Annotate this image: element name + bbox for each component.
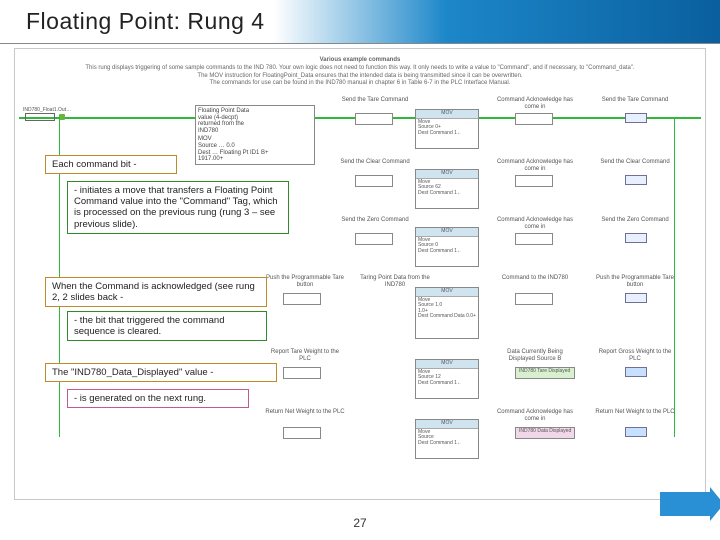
ind-disp: IND780 Data Displayed (519, 429, 571, 435)
cap-send-tare: Send the Tare Command (335, 97, 415, 104)
contact-box (355, 175, 393, 187)
mov-hdr: MOV (416, 228, 478, 237)
annotation-bit-cleared: - the bit that triggered the command seq… (67, 311, 267, 341)
coil-box (625, 367, 647, 377)
cap-data-curr-5: Data Currently Being Displayed Source B (495, 349, 575, 362)
bg-header-title: Various example commands (50, 57, 671, 65)
contact-box (515, 113, 553, 125)
cap-send-tare-r: Send the Tare Command (595, 97, 675, 104)
contact-box (515, 233, 553, 245)
coil-box (625, 175, 647, 185)
cap-cmd-ack-6: Command Acknowledge has come in (495, 409, 575, 422)
contact-box (283, 367, 321, 379)
cap-send-zero: Send the Zero Command (335, 217, 415, 224)
contact-box (515, 175, 553, 187)
cap-send-zero-r: Send the Zero Command (595, 217, 675, 224)
annotation-when-ack: When the Command is acknowledged (see ru… (45, 277, 267, 307)
coil-box (625, 113, 647, 123)
cap-cmd-ack-1: Command Acknowledge has come in (495, 97, 575, 110)
next-arrow-icon[interactable] (660, 492, 710, 516)
annotation-next-rung: - is generated on the next rung. (67, 389, 249, 408)
slide-title: Floating Point: Rung 4 (26, 8, 265, 35)
bg-header: Various example commands This rung displ… (50, 57, 671, 88)
cap-cmd-ack-3: Command Acknowledge has come in (495, 217, 575, 230)
bg-sub3: The commands for use can be found in the… (50, 80, 671, 88)
coil-box (625, 233, 647, 243)
cap-ret-net-r: Return Net Weight to the PLC (595, 409, 675, 416)
cap-disp-tare: Report Tare Weight to the PLC (265, 349, 345, 362)
cap-ret-net: Return Net Weight to the PLC (265, 409, 345, 416)
coil-box (625, 427, 647, 437)
mov-cmd: Command (430, 248, 453, 254)
fp-l4: IND780 (198, 128, 312, 135)
mov-dest: Dest (418, 130, 428, 136)
mov-box-1: MOV Move Source 0+ Dest Command 1← (415, 109, 479, 149)
cap-prog-tare-r: Push the Programmable Tare button (595, 275, 675, 288)
annotation-data-displayed: The "IND780_Data_Displayed" value - (45, 363, 277, 382)
page-number: 27 (0, 516, 720, 530)
mov-dest: Dest (418, 190, 428, 196)
cap-prog-tare: Push the Programmable Tare button (265, 275, 345, 288)
contact-box (283, 427, 321, 439)
cap-cmd-to-4: Command to the IND780 (495, 275, 575, 282)
fp-l3: returned from the (198, 121, 312, 128)
ladder-diagram-background: Various example commands This rung displ… (15, 49, 705, 499)
fp-data-box: Floating Point Data value (4-decpt) retu… (195, 105, 315, 165)
cap-rep-gross-5: Report Gross Weight to the PLC (595, 349, 675, 362)
bg-sub1: This rung displays triggering of some sa… (50, 65, 671, 73)
mov-hdr: MOV (416, 170, 478, 179)
title-bar: Floating Point: Rung 4 (0, 0, 720, 44)
equ-lbl: IND780 Tare Displayed (519, 369, 570, 375)
bg-sub2: The MOV instruction for FloatingPoint_Da… (50, 73, 671, 81)
cmd-data: Dest Command Data 0.0+ (418, 313, 476, 319)
annotation-cmd-bit: Each command bit - (45, 155, 177, 174)
mov-hdr: MOV (416, 110, 478, 119)
mov-box-5: MOV MoveSource 12Dest Command 1← (415, 359, 479, 399)
contact-box (515, 293, 553, 305)
coil-box (625, 293, 647, 303)
slide: Floating Point: Rung 4 Various example c… (0, 0, 720, 540)
mov-cmd: Command (430, 190, 453, 196)
fp-l2: value (4-decpt) (198, 115, 312, 122)
mov-box-3: MOV Move Source 0 Dest Command 1← (415, 227, 479, 267)
contact-icon (25, 113, 55, 121)
mov-cmd: Command (430, 130, 453, 136)
contact-box (283, 293, 321, 305)
contact-box (355, 113, 393, 125)
mov-box-6: MOV MoveSourceDest Command 1← (415, 419, 479, 459)
contact-box (355, 233, 393, 245)
cap-send-clear: Send the Clear Command (335, 159, 415, 166)
mov-hdr: MOV (416, 420, 478, 429)
mov-box-2: MOV Move Source 62 Dest Command 1← (415, 169, 479, 209)
right-rail (674, 117, 675, 437)
cap-send-clear-r: Send the Clear Command (595, 159, 675, 166)
mov-cmd: Command (430, 380, 453, 386)
mov-hdr: MOV (416, 288, 478, 297)
mov-cmd: Command (430, 440, 453, 446)
content-area: Various example commands This rung displ… (14, 48, 706, 500)
fp-l1: Floating Point Data (198, 108, 312, 115)
annotation-initiates-move: - initiates a move that transfers a Floa… (67, 181, 289, 234)
mov-dest: Dest (418, 248, 428, 254)
mov-box-4: MOV MoveSource 1.01.0+Dest Command Data … (415, 287, 479, 339)
cap-cmd-ack-2: Command Acknowledge has come in (495, 159, 575, 172)
mov-hdr: MOV (416, 360, 478, 369)
